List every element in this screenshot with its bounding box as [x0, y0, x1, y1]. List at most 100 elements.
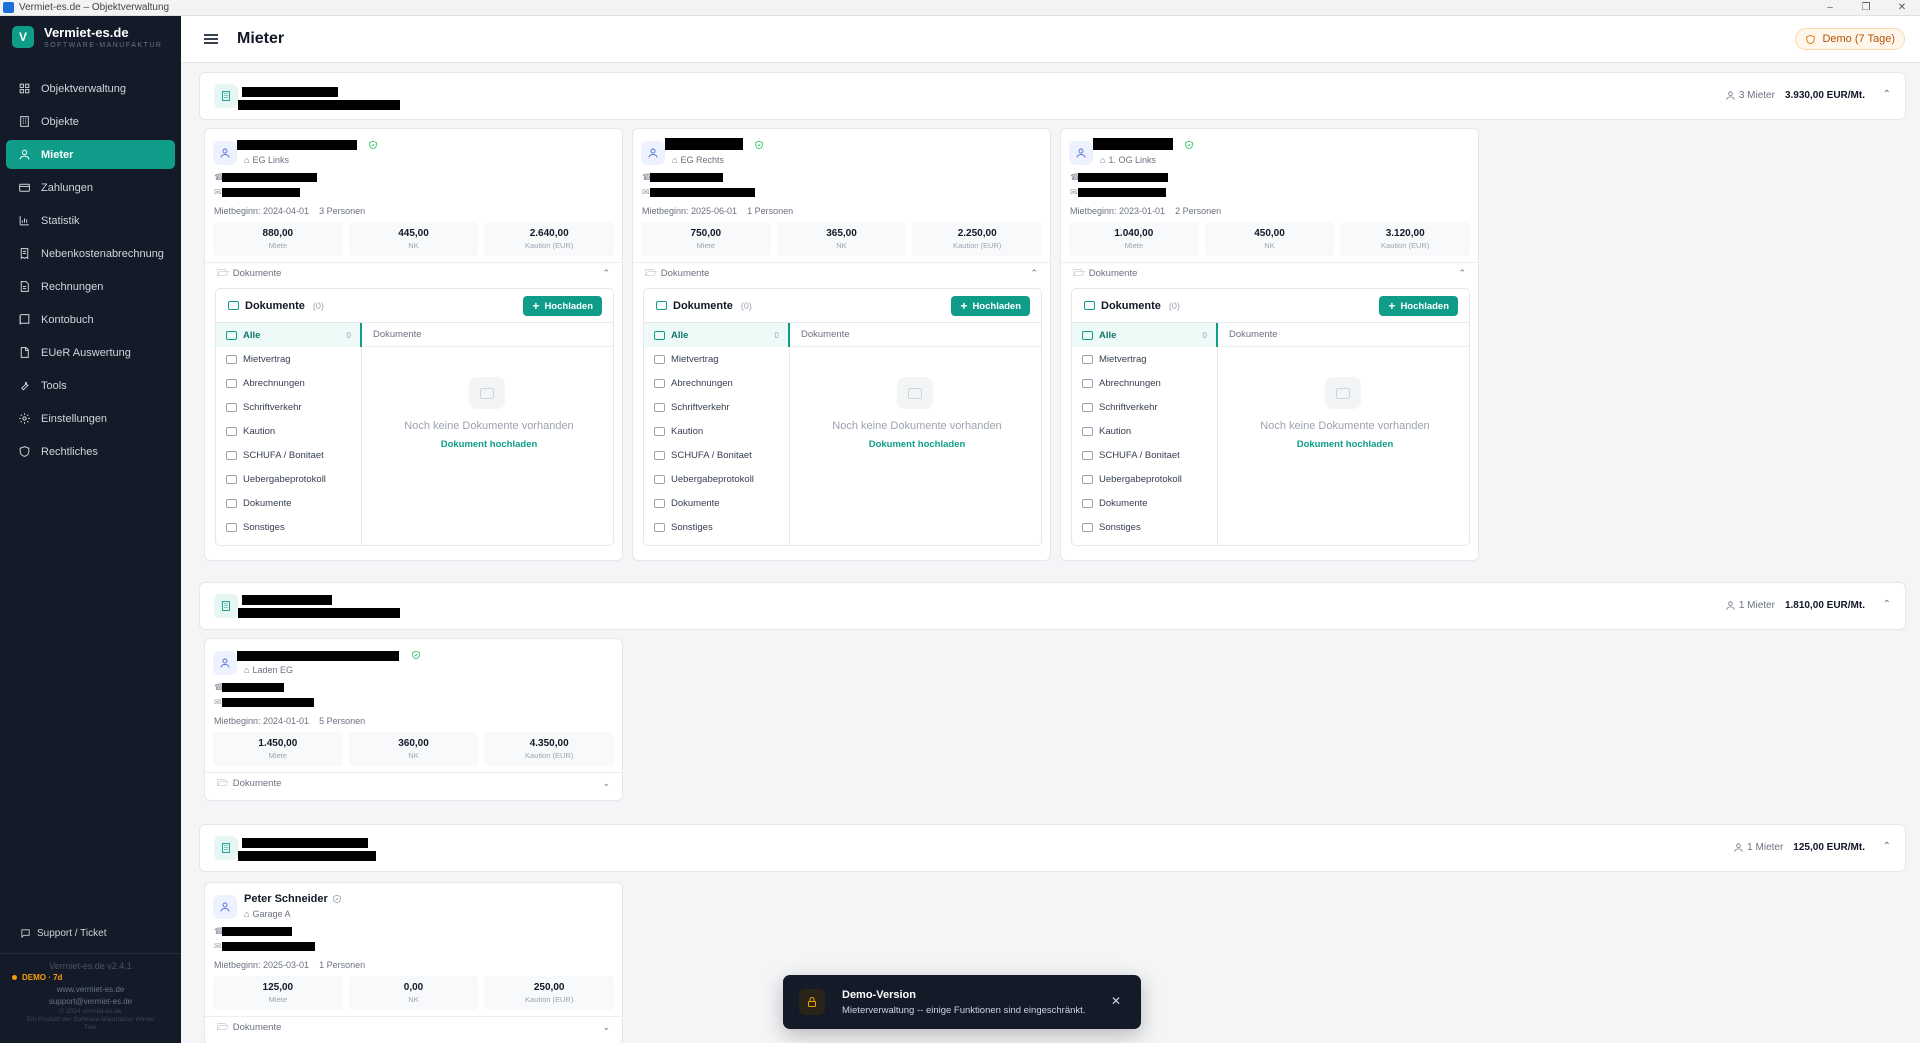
tenant-card: EG Links☎✉Mietbeginn: 2024-04-013 Person… [204, 128, 623, 561]
upload-document-link[interactable]: Dokument hochladen [363, 439, 613, 450]
sidebar-item-objekte[interactable]: Objekte [6, 107, 175, 136]
sidebar-item-label: Rechnungen [41, 280, 104, 293]
doc-category-mietvertrag[interactable]: Mietvertrag [1072, 347, 1217, 371]
demo-badge[interactable]: Demo (7 Tage) [1795, 28, 1905, 50]
book-icon [16, 312, 32, 328]
doc-category-alle[interactable]: Alle 0 [216, 323, 362, 347]
doc-category-abrechnungen[interactable]: Abrechnungen [644, 371, 789, 395]
documents-toggle[interactable]: 🗁 Dokumente ⌃ [1061, 262, 1478, 284]
doc-category-alle[interactable]: Alle 0 [644, 323, 790, 347]
sidebar-item-tools[interactable]: Tools [6, 371, 175, 400]
sidebar: V Vermiet-es.de SOFTWARE-MANUFAKTUR Obje… [0, 16, 181, 1043]
doc-category-uebergabeprotokoll[interactable]: Uebergabeprotokoll [1072, 467, 1217, 491]
chevron-down-icon: ⌄ [602, 1022, 610, 1032]
documents-count: (0) [1168, 300, 1180, 311]
folder-icon [226, 522, 237, 532]
chevron-up-icon[interactable]: ⌃ [1883, 841, 1891, 852]
documents-toggle[interactable]: 🗁 Dokumente ⌃ [633, 262, 1050, 284]
redacted-text [242, 838, 368, 848]
doc-category-schriftverkehr[interactable]: Schriftverkehr [644, 395, 789, 419]
doc-category-sonstiges[interactable]: Sonstiges [1072, 515, 1217, 539]
doc-category-abrechnungen[interactable]: Abrechnungen [216, 371, 361, 395]
unit-label: Garage A [244, 909, 290, 919]
documents-toggle[interactable]: 🗁 Dokumente ⌄ [205, 1016, 622, 1038]
close-icon[interactable]: ✕ [1884, 0, 1920, 16]
chevron-up-icon[interactable]: ⌃ [1883, 89, 1891, 100]
minimize-icon[interactable]: – [1812, 0, 1848, 16]
doc-category-sonstiges[interactable]: Sonstiges [644, 515, 789, 539]
restore-icon[interactable]: ❐ [1848, 0, 1884, 16]
doc-category-abrechnungen[interactable]: Abrechnungen [1072, 371, 1217, 395]
empty-state-text: Noch keine Dokumente vorhanden [404, 420, 574, 432]
tenant-card: 1. OG Links☎✉Mietbeginn: 2023-01-012 Per… [1060, 128, 1479, 561]
doc-category-kaution[interactable]: Kaution [1072, 419, 1217, 443]
tenant-name[interactable]: Peter Schneider [244, 893, 328, 905]
document-list: Dokumente Noch keine Dokumente vorhanden D… [1219, 323, 1469, 545]
doc-category-uebergabeprotokoll[interactable]: Uebergabeprotokoll [644, 467, 789, 491]
folder-icon [226, 474, 237, 484]
doc-category-kaution[interactable]: Kaution [644, 419, 789, 443]
doc-category-dokumente[interactable]: Dokumente [1072, 491, 1217, 515]
support-ticket-link[interactable]: Support / Ticket [20, 928, 106, 939]
property-group-header[interactable]: 1 Mieter 125,00 EUR/Mt. ⌃ [199, 824, 1906, 872]
documents-toggle[interactable]: 🗁 Dokumente ⌄ [205, 772, 622, 794]
doc-category-schufa-bonitaet[interactable]: SCHUFA / Bonitaet [644, 443, 789, 467]
footer-email[interactable]: support@vermiet-es.de [0, 996, 181, 1008]
folder-icon [226, 402, 237, 412]
support-label: Support / Ticket [37, 928, 107, 939]
rent-total: 3.930,00 EUR/Mt. [1784, 90, 1865, 101]
sidebar-item-kontobuch[interactable]: Kontobuch [6, 305, 175, 334]
doc-category-kaution[interactable]: Kaution [216, 419, 361, 443]
folder-icon [1082, 354, 1093, 364]
upload-button[interactable]: + Hochladen [951, 296, 1030, 316]
redacted-text [222, 698, 314, 707]
lease-start: Mietbeginn: 2025-03-01 1 Personen [214, 960, 366, 970]
document-categories: Alle 0 Mietvertrag Abrechnungen Schriftverke… [216, 323, 362, 545]
upload-document-link[interactable]: Dokument hochladen [1219, 439, 1469, 450]
doc-category-schriftverkehr[interactable]: Schriftverkehr [1072, 395, 1217, 419]
sidebar-item-zahlungen[interactable]: Zahlungen [6, 173, 175, 202]
sidebar-item-nebenkostenabrechnung[interactable]: Nebenkostenabrechnung [6, 239, 175, 268]
folder-icon [1082, 474, 1093, 484]
doc-category-mietvertrag[interactable]: Mietvertrag [644, 347, 789, 371]
folder-icon [1082, 330, 1093, 340]
users-icon [1734, 843, 1743, 852]
brand[interactable]: V Vermiet-es.de SOFTWARE-MANUFAKTUR [0, 16, 181, 58]
toast-close-icon[interactable]: ✕ [1111, 994, 1121, 1008]
upload-document-link[interactable]: Dokument hochladen [791, 439, 1041, 450]
folder-icon [1082, 522, 1093, 532]
doc-category-dokumente[interactable]: Dokumente [644, 491, 789, 515]
upload-button[interactable]: + Hochladen [523, 296, 602, 316]
sidebar-item-statistik[interactable]: Statistik [6, 206, 175, 235]
doc-category-uebergabeprotokoll[interactable]: Uebergabeprotokoll [216, 467, 361, 491]
doc-category-dokumente[interactable]: Dokumente [216, 491, 361, 515]
redacted-text [238, 851, 376, 861]
empty-state-text: Noch keine Dokumente vorhanden [1260, 420, 1430, 432]
sidebar-item-euer-auswertung[interactable]: EUeR Auswertung [6, 338, 175, 367]
doc-category-sonstiges[interactable]: Sonstiges [216, 515, 361, 539]
upload-button[interactable]: + Hochladen [1379, 296, 1458, 316]
sidebar-item-rechnungen[interactable]: Rechnungen [6, 272, 175, 301]
sidebar-item-mieter[interactable]: Mieter [6, 140, 175, 169]
documents-panel-header: Dokumente (0) + Hochladen [1072, 289, 1469, 323]
sidebar-item-label: Nebenkostenabrechnung [41, 247, 164, 260]
doc-category-mietvertrag[interactable]: Mietvertrag [216, 347, 361, 371]
doc-category-schufa-bonitaet[interactable]: SCHUFA / Bonitaet [1072, 443, 1217, 467]
property-group-header[interactable]: 1 Mieter 1.810,00 EUR/Mt. ⌃ [199, 582, 1906, 630]
menu-icon[interactable] [204, 32, 218, 46]
doc-category-schriftverkehr[interactable]: Schriftverkehr [216, 395, 361, 419]
doc-category-alle[interactable]: Alle 0 [1072, 323, 1218, 347]
tenant-count: 3 Mieter [1738, 90, 1775, 101]
doc-category-schufa-bonitaet[interactable]: SCHUFA / Bonitaet [216, 443, 361, 467]
sidebar-item-rechtliches[interactable]: Rechtliches [6, 437, 175, 466]
document-categories: Alle 0 Mietvertrag Abrechnungen Schriftverke… [644, 323, 790, 545]
plus-icon: + [532, 299, 540, 313]
sidebar-item-objektverwaltung[interactable]: Objektverwaltung [6, 74, 175, 103]
documents-toggle[interactable]: 🗁 Dokumente ⌃ [205, 262, 622, 284]
chevron-up-icon[interactable]: ⌃ [1883, 599, 1891, 610]
footer-website[interactable]: www.vermiet-es.de [0, 984, 181, 996]
rent-total: 1.810,00 EUR/Mt. [1784, 600, 1865, 611]
sidebar-item-einstellungen[interactable]: Einstellungen [6, 404, 175, 433]
folder-icon [654, 378, 665, 388]
property-group-header[interactable]: 3 Mieter 3.930,00 EUR/Mt. ⌃ [199, 72, 1906, 120]
